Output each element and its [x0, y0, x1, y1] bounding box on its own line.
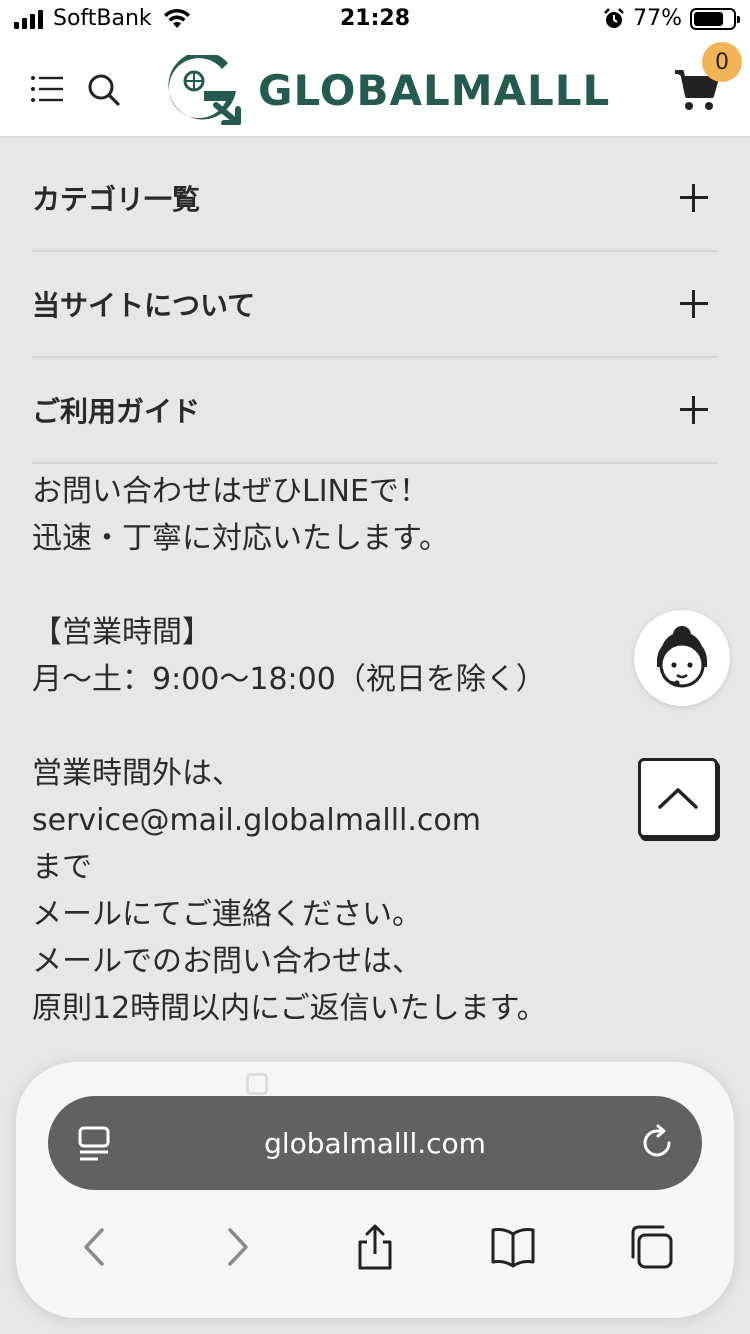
contact-email[interactable]: service@mail.globalmalll.com	[32, 797, 672, 844]
logo-text: GLOBALMALLL	[258, 65, 611, 115]
contact-line: 営業時間外は、	[32, 756, 242, 791]
faded-content	[246, 1072, 526, 1096]
address-bar[interactable]: globalmalll.com	[48, 1096, 702, 1190]
back-icon[interactable]	[72, 1224, 118, 1270]
bookmarks-icon[interactable]	[490, 1224, 536, 1270]
scroll-top-button[interactable]	[638, 758, 718, 838]
contact-line: 原則12時間以内にご返信いたします。	[32, 991, 547, 1026]
logo-mark-icon	[168, 55, 241, 125]
support-chat-button[interactable]	[634, 610, 730, 706]
operator-icon	[657, 626, 707, 688]
battery-percent: 77%	[633, 6, 682, 31]
share-icon[interactable]	[352, 1224, 398, 1270]
status-right: 77%	[603, 6, 740, 31]
contact-line: メールでのお問い合わせは、	[32, 944, 422, 979]
business-hours: 月〜土：9:00〜18:00（祝日を除く）	[32, 662, 546, 697]
contact-info: お問い合わせはぜひLINEで！ 迅速・丁寧に対応いたします。 【営業時間】 月〜…	[32, 468, 672, 1032]
accordion-title: 当サイトについて	[32, 289, 256, 322]
battery-level	[694, 11, 724, 26]
tabs-icon[interactable]	[628, 1224, 674, 1270]
chevron-up-icon	[658, 788, 698, 809]
accordion-title: ご利用ガイド	[32, 395, 201, 428]
forward-icon[interactable]	[214, 1224, 260, 1270]
cart-count-badge: 0	[702, 42, 742, 82]
reload-icon[interactable]	[638, 1124, 676, 1162]
accordion-item-about[interactable]: 当サイトについて	[32, 252, 718, 358]
battery-icon	[690, 7, 740, 30]
status-bar: SoftBank 21:28 77%	[0, 0, 750, 42]
contact-line: まで	[32, 850, 92, 885]
menu-icon[interactable]	[30, 74, 64, 104]
contact-line: お問い合わせはぜひLINEで！	[32, 474, 429, 509]
alarm-icon	[604, 7, 624, 28]
browser-toolbar	[16, 1212, 734, 1282]
contact-line: メールにてご連絡ください。	[32, 897, 422, 932]
accordion-item-guide[interactable]: ご利用ガイド	[32, 358, 718, 464]
site-logo[interactable]: GLOBALMALLL	[166, 54, 632, 126]
plus-icon[interactable]	[680, 184, 708, 212]
accordion-item-categories[interactable]: カテゴリ一覧	[32, 146, 718, 252]
footer-accordion: カテゴリ一覧 当サイトについて ご利用ガイド	[32, 146, 718, 464]
hours-heading: 【営業時間】	[32, 615, 212, 650]
browser-bottom-bar: globalmalll.com	[16, 1062, 734, 1318]
accordion-title: カテゴリ一覧	[32, 183, 201, 216]
plus-icon[interactable]	[680, 290, 708, 318]
site-header: GLOBALMALLL 0	[0, 42, 750, 138]
search-icon[interactable]	[86, 72, 122, 108]
url-text[interactable]: globalmalll.com	[48, 1096, 702, 1190]
contact-line: 迅速・丁寧に対応いたします。	[32, 521, 449, 556]
plus-icon[interactable]	[680, 396, 708, 424]
